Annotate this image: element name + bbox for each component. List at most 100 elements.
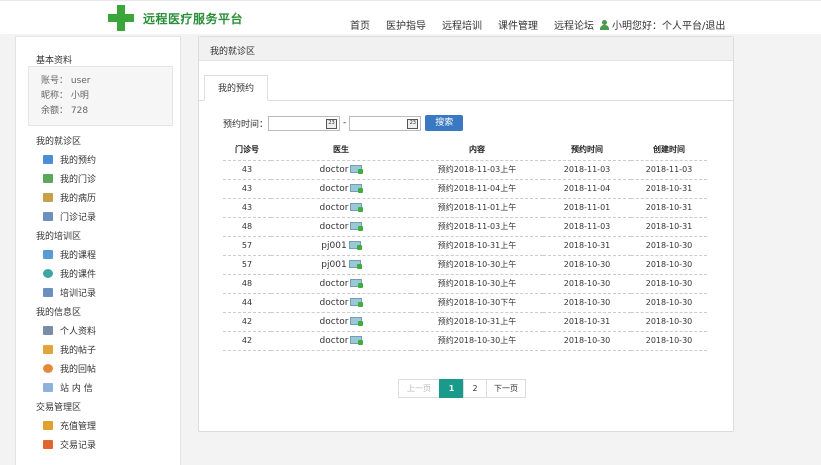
sidebar-item-label: 站 内 信 <box>60 384 93 394</box>
doctor-contact-icon[interactable] <box>350 183 364 193</box>
search-row: 预约时间： 23 - 23 搜索 <box>223 115 464 131</box>
start-date-input[interactable]: 23 <box>268 115 341 131</box>
doctor-name: doctor <box>319 164 349 175</box>
cell-appointment-time: 2018-10-30 <box>543 293 631 313</box>
main-panel: 我的就诊区 我的预约 预约时间： 23 - 23 搜索 门诊号 医生 内容 预约… <box>198 36 734 432</box>
search-label: 预约时间： <box>223 119 269 130</box>
page-2-button[interactable]: 2 <box>463 379 487 398</box>
sidebar-item-label: 我的帖子 <box>60 346 97 356</box>
user-greeting-link[interactable]: 小明您好：个人平台/退出 <box>612 17 725 32</box>
cell-content: 预约2018-10-30上午 <box>411 274 543 294</box>
table-row: 42 doctor 预约2018-10-30上午 2018-10-30 2018-10-… <box>223 331 707 351</box>
table-row: 57 pj001 预约2018-10-31上午 2018-10-31 2018-10-3… <box>223 236 707 256</box>
cell-created-time: 2018-10-30 <box>631 293 707 313</box>
next-page-button[interactable]: 下一页 <box>486 379 526 398</box>
sidebar-item-my-posts[interactable]: 我的帖子 <box>43 343 96 356</box>
user-area: 小明您好：个人平台/退出 <box>600 17 725 32</box>
sidebar-item-training-log[interactable]: 培训记录 <box>43 286 96 299</box>
appointments-table: 门诊号 医生 内容 预约时间 创建时间 43 doctor 预约2018-11-03… <box>223 140 707 351</box>
cell-doctor: doctor <box>271 198 411 218</box>
log-icon <box>43 212 53 221</box>
cell-appointment-time: 2018-11-03 <box>543 160 631 180</box>
doctor-name: doctor <box>319 297 349 308</box>
nav-guidance[interactable]: 医护指导 <box>386 17 426 32</box>
cell-content: 预约2018-10-31上午 <box>411 236 543 256</box>
sidebar-item-label: 我的病历 <box>60 194 97 204</box>
section-title-trade: 交易管理区 <box>36 403 82 413</box>
profile-box: 账号： user 昵称： 小明 余额： 728 <box>28 66 173 126</box>
cell-appointment-time: 2018-11-03 <box>543 217 631 237</box>
page-1-button[interactable]: 1 <box>439 379 464 398</box>
cell-doctor: doctor <box>271 179 411 199</box>
calendar-icon[interactable]: 23 <box>407 118 419 129</box>
date-separator: - <box>343 118 347 128</box>
medical-cross-logo[interactable] <box>108 5 134 31</box>
sidebar-item-my-courseware[interactable]: 我的课件 <box>43 267 96 280</box>
cell-content: 预约2018-10-30上午 <box>411 331 543 351</box>
sidebar-item-my-replies[interactable]: 我的回帖 <box>43 362 96 375</box>
sidebar-item-recharge[interactable]: 充值管理 <box>43 419 96 432</box>
cell-content: 预约2018-11-01上午 <box>411 198 543 218</box>
col-header-created-time: 创建时间 <box>631 140 707 161</box>
table-row: 42 doctor 预约2018-10-31上午 2018-10-31 2018-10-… <box>223 312 707 332</box>
doctor-contact-icon[interactable] <box>348 240 362 250</box>
doctor-contact-icon[interactable] <box>350 202 364 212</box>
table-row: 43 doctor 预约2018-11-04上午 2018-11-04 2018-10-… <box>223 179 707 199</box>
end-date-input[interactable]: 23 <box>349 115 422 131</box>
cell-content: 预约2018-11-03上午 <box>411 160 543 180</box>
mail-icon <box>43 383 53 392</box>
site-title[interactable]: 远程医疗服务平台 <box>143 10 243 27</box>
nav-forum[interactable]: 远程论坛 <box>554 17 594 32</box>
doctor-name: doctor <box>319 278 349 289</box>
col-header-doctor: 医生 <box>271 140 411 161</box>
doctor-name: doctor <box>319 221 349 232</box>
profile-nickname: 昵称： 小明 <box>41 91 89 101</box>
cell-doctor: doctor <box>271 274 411 294</box>
cell-appointment-time: 2018-10-30 <box>543 331 631 351</box>
doctor-contact-icon[interactable] <box>350 164 364 174</box>
cell-content: 预约2018-10-30下午 <box>411 293 543 313</box>
search-button[interactable]: 搜索 <box>425 115 464 131</box>
doctor-contact-icon[interactable] <box>350 221 364 231</box>
sidebar-item-profile[interactable]: 个人资料 <box>43 324 96 337</box>
sidebar-item-transactions[interactable]: 交易记录 <box>43 438 96 451</box>
nav-training[interactable]: 远程培训 <box>442 17 482 32</box>
sidebar-item-my-courses[interactable]: 我的课程 <box>43 248 96 261</box>
sidebar-item-clinic-log[interactable]: 门诊记录 <box>43 210 96 223</box>
calendar-icon[interactable]: 23 <box>326 118 338 129</box>
section-title-info: 我的信息区 <box>36 308 82 318</box>
tab-my-appointments[interactable]: 我的预约 <box>204 75 268 101</box>
cell-doctor: doctor <box>271 160 411 180</box>
prev-page-button[interactable]: 上一页 <box>398 379 440 398</box>
doctor-contact-icon[interactable] <box>350 316 364 326</box>
sidebar-item-label: 交易记录 <box>60 441 97 451</box>
courseware-icon <box>43 269 53 278</box>
cell-created-time: 2018-11-03 <box>631 160 707 180</box>
section-title-training: 我的培训区 <box>36 232 82 242</box>
sidebar-item-my-records[interactable]: 我的病历 <box>43 191 96 204</box>
main-nav: 首页 医护指导 远程培训 课件管理 远程论坛 <box>350 17 610 32</box>
post-icon <box>43 345 53 354</box>
sidebar-item-label: 门诊记录 <box>60 213 97 223</box>
clinic-icon <box>43 174 53 183</box>
cell-clinic-no: 43 <box>223 198 271 218</box>
cell-clinic-no: 57 <box>223 236 271 256</box>
sidebar-item-my-clinic[interactable]: 我的门诊 <box>43 172 96 185</box>
doctor-contact-icon[interactable] <box>350 335 364 345</box>
reply-icon <box>43 364 53 373</box>
table-row: 43 doctor 预约2018-11-03上午 2018-11-03 2018-11-… <box>223 160 707 180</box>
sidebar-item-my-appointments[interactable]: 我的预约 <box>43 153 96 166</box>
nav-home[interactable]: 首页 <box>350 17 370 32</box>
sidebar-item-label: 我的课程 <box>60 251 97 261</box>
doctor-contact-icon[interactable] <box>348 259 362 269</box>
nav-courseware[interactable]: 课件管理 <box>498 17 538 32</box>
sidebar-item-messages[interactable]: 站 内 信 <box>43 381 93 394</box>
log-icon <box>43 288 53 297</box>
doctor-contact-icon[interactable] <box>350 297 364 307</box>
cell-created-time: 2018-10-31 <box>631 198 707 218</box>
cell-appointment-time: 2018-11-04 <box>543 179 631 199</box>
cell-doctor: doctor <box>271 331 411 351</box>
doctor-contact-icon[interactable] <box>350 278 364 288</box>
table-row: 57 pj001 预约2018-10-30上午 2018-10-30 2018-10-3… <box>223 255 707 275</box>
cell-content: 预约2018-11-03上午 <box>411 217 543 237</box>
